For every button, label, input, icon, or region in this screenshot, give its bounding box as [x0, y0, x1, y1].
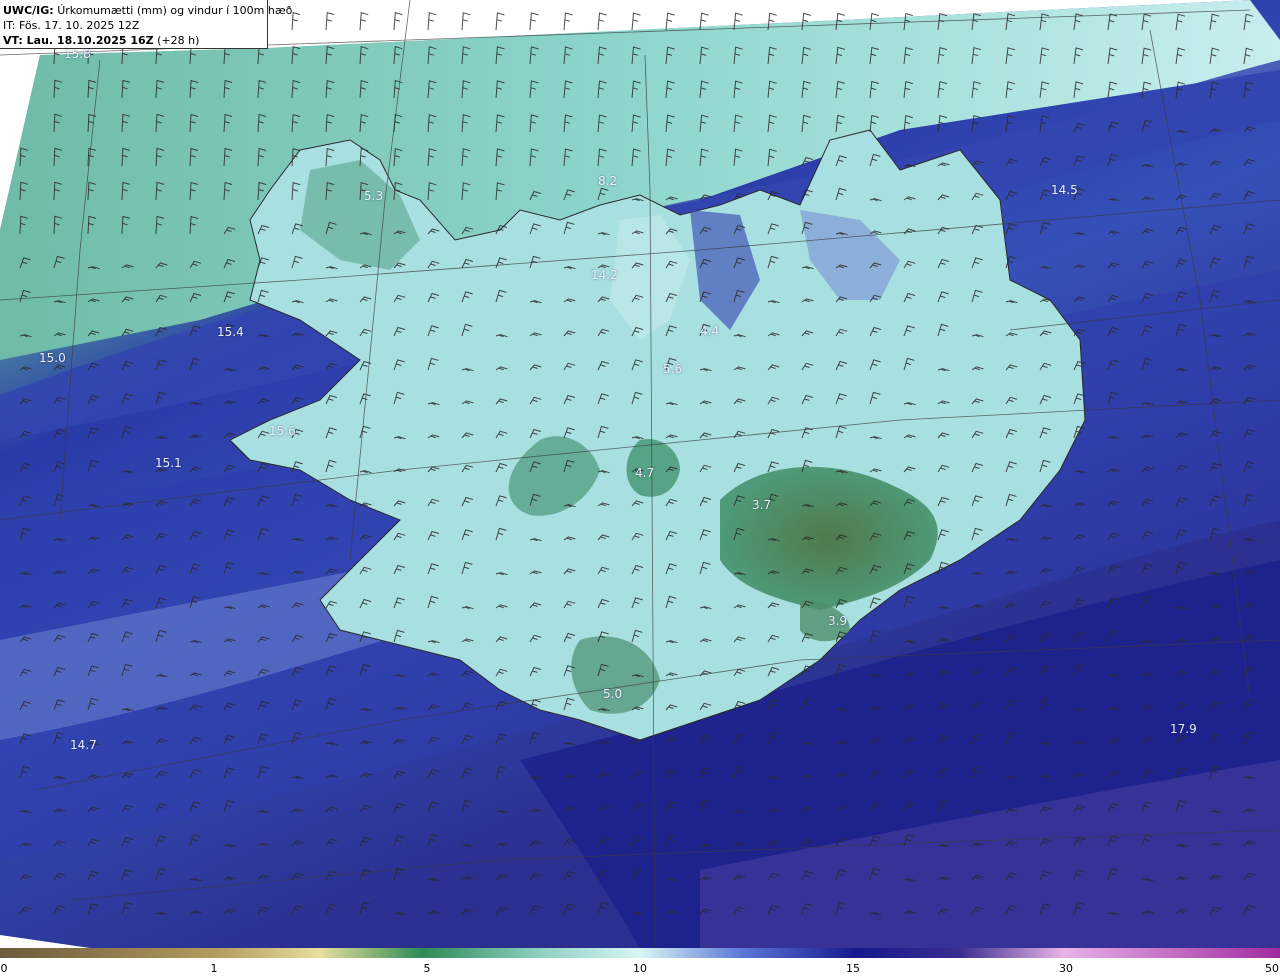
colorbar-tick: 10 [633, 962, 647, 975]
colorbar-strip [0, 948, 1280, 958]
colorbar-tick: 5 [423, 962, 431, 975]
value-label: 15.6 [269, 424, 296, 438]
value-label: 8.2 [598, 174, 618, 188]
value-label: 15.0 [39, 351, 66, 365]
colorbar-tick: 0 [0, 962, 8, 975]
title-line: UWC/IG: Úrkomumætti (mm) og vindur í 100… [3, 3, 292, 18]
map-title: Úrkomumætti (mm) og vindur í 100m hæð [57, 4, 293, 17]
value-label: 14.7 [70, 738, 97, 752]
product-code: UWC/IG: [3, 4, 54, 17]
colorbar-tick: 15 [846, 962, 860, 975]
colorbar-tick: 30 [1059, 962, 1073, 975]
colorbar-tick: 1 [210, 962, 218, 975]
value-label: 5.0 [603, 687, 623, 701]
colorbar-tick: 50 [1265, 962, 1279, 975]
value-label: 4.4 [700, 324, 720, 338]
issue-time: IT: Fös. 17. 10. 2025 12Z [3, 19, 140, 32]
value-label: 14.2 [591, 268, 618, 282]
value-label: 14.5 [1051, 183, 1078, 197]
value-label: 3.7 [752, 498, 772, 512]
valid-time: VT: Lau. 18.10.2025 16Z [3, 34, 154, 47]
value-label: 5.3 [364, 189, 384, 203]
value-label: 15.8 [64, 47, 91, 61]
value-label: 3.9 [828, 614, 848, 628]
value-label: 5.6 [663, 362, 683, 376]
forecast-info-box: UWC/IG: Úrkomumætti (mm) og vindur í 100… [0, 0, 292, 49]
value-label: 4.7 [635, 466, 655, 480]
value-label: 17.9 [1170, 722, 1197, 736]
colorbar: 0 1 5 10 15 30 50 [0, 948, 1280, 978]
value-label: 15.4 [217, 325, 244, 339]
value-label: 15.1 [155, 456, 182, 470]
valid-time-line: VT: Lau. 18.10.2025 16Z (+28 h) [3, 33, 264, 48]
lead-time: (+28 h) [157, 34, 200, 47]
